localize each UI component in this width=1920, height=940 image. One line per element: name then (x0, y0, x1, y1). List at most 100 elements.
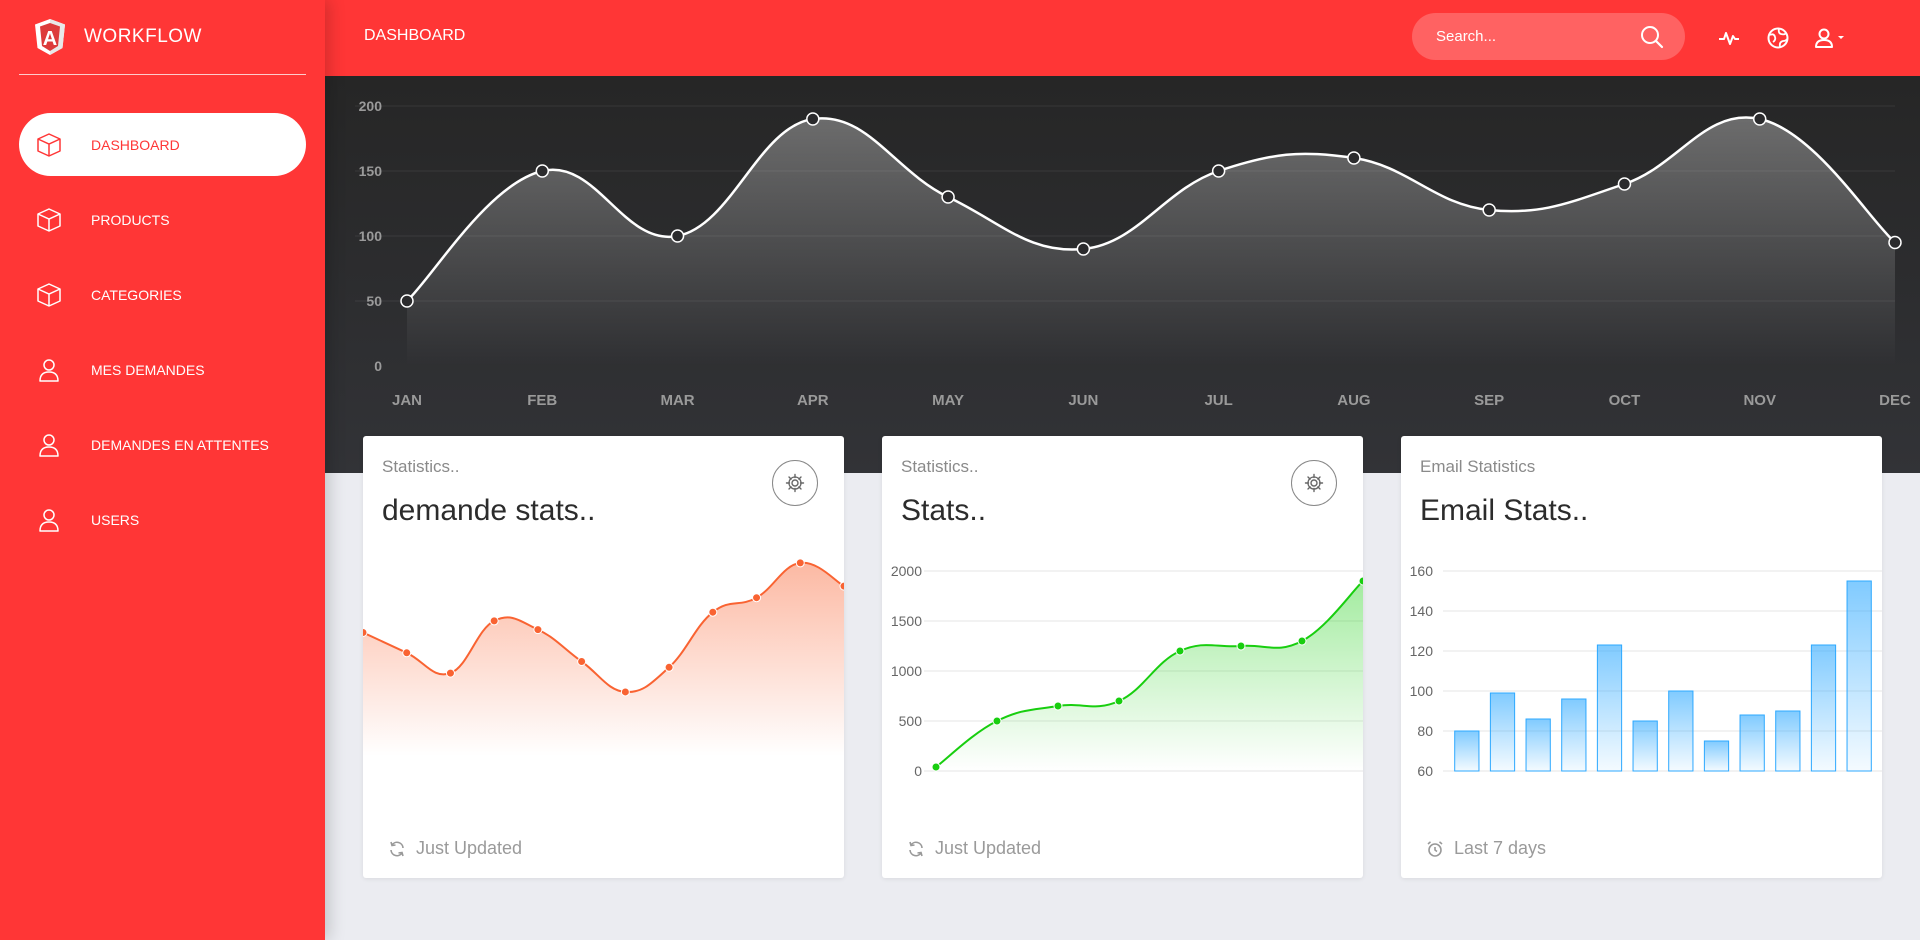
alarm-icon (1427, 840, 1443, 857)
card-title: Email Stats.. (1420, 494, 1589, 527)
bar[interactable] (1775, 710, 1801, 772)
settings-button[interactable] (1291, 460, 1337, 506)
bar[interactable] (1739, 714, 1765, 772)
y-tick-label: 120 (1410, 643, 1434, 659)
data-point[interactable] (1076, 242, 1091, 256)
x-tick-label: JAN (392, 392, 422, 409)
data-point[interactable] (1297, 636, 1307, 646)
y-tick-label: 2000 (891, 563, 922, 579)
globe-icon[interactable] (1764, 24, 1792, 52)
sidebar-item-label: DASHBOARD (91, 136, 180, 153)
data-point[interactable] (1211, 164, 1226, 178)
x-tick-label: SEP (1474, 392, 1504, 409)
data-point[interactable] (1358, 576, 1363, 586)
data-point[interactable] (533, 625, 543, 635)
data-point[interactable] (941, 190, 955, 204)
data-point[interactable] (839, 581, 844, 591)
bar[interactable] (1561, 698, 1587, 772)
gear-icon (1304, 473, 1324, 493)
sidebar: A WORKFLOW DASHBOARD PRODUCTS CATEGORIES ME… (0, 0, 325, 940)
x-tick-label: JUN (1068, 392, 1098, 409)
data-point[interactable] (1482, 203, 1496, 217)
sidebar-item-dashboard[interactable]: DASHBOARD (19, 113, 306, 176)
bar[interactable] (1703, 740, 1730, 772)
data-point[interactable] (1114, 696, 1124, 706)
sidebar-item-mes-demandes[interactable]: MES DEMANDES (19, 338, 306, 401)
y-tick-label: 0 (914, 763, 922, 779)
y-tick-label: 1000 (891, 663, 922, 679)
cube-icon (34, 130, 64, 160)
y-tick-label: 100 (359, 228, 383, 244)
x-tick-label: MAY (932, 392, 964, 409)
data-point[interactable] (445, 668, 455, 678)
sidebar-item-products[interactable]: PRODUCTS (19, 188, 306, 251)
data-point[interactable] (708, 607, 718, 617)
data-point[interactable] (363, 628, 368, 637)
data-point[interactable] (752, 593, 762, 603)
bar[interactable] (1454, 730, 1480, 772)
settings-button[interactable] (772, 460, 818, 506)
data-point[interactable] (535, 164, 550, 178)
bar[interactable] (1525, 718, 1551, 772)
data-point[interactable] (400, 294, 414, 308)
refresh-icon (909, 841, 923, 856)
data-point[interactable] (1175, 646, 1185, 656)
data-point[interactable] (1617, 177, 1632, 191)
y-tick-label: 100 (1410, 683, 1434, 699)
bar[interactable] (1489, 692, 1516, 772)
card-stats: Statistics.. Stats.. 0 500 1000 1500 2000 Ju… (882, 436, 1363, 878)
search-input[interactable] (1412, 28, 1639, 45)
sidebar-item-categories[interactable]: CATEGORIES (19, 263, 306, 326)
x-tick-label: FEB (527, 392, 557, 409)
angular-logo-icon: A (35, 19, 65, 55)
data-point[interactable] (1888, 235, 1902, 250)
bar[interactable] (1846, 580, 1872, 772)
data-point[interactable] (664, 662, 674, 672)
x-tick-label: JUL (1204, 392, 1232, 409)
data-point[interactable] (577, 657, 587, 666)
page-title[interactable]: DASHBOARD (364, 27, 465, 45)
data-point[interactable] (1053, 701, 1063, 711)
x-tick-label: MAR (660, 392, 694, 409)
data-point[interactable] (1236, 641, 1246, 651)
x-tick-label: NOV (1743, 392, 1776, 409)
refresh-icon (390, 841, 404, 856)
sidebar-item-label: CATEGORIES (91, 286, 182, 303)
area-fill (363, 562, 844, 756)
y-tick-label: 200 (359, 98, 383, 114)
data-point[interactable] (402, 648, 412, 658)
data-point[interactable] (806, 112, 820, 126)
data-point[interactable] (1752, 112, 1767, 126)
data-point[interactable] (620, 687, 630, 697)
data-point[interactable] (931, 762, 941, 772)
card-footer-text: Last 7 days (1454, 838, 1547, 858)
data-point[interactable] (795, 558, 805, 568)
data-point[interactable] (992, 716, 1002, 726)
card-footer-text: Just Updated (416, 838, 523, 858)
data-point[interactable] (1347, 151, 1361, 165)
card-category: Statistics.. (901, 457, 979, 476)
card-category: Email Statistics (1420, 457, 1536, 476)
sidebar-item-label: DEMANDES EN ATTENTES (91, 436, 269, 453)
bar[interactable] (1668, 690, 1694, 772)
y-tick-label: 60 (1417, 763, 1433, 779)
user-dropdown-icon[interactable] (1811, 24, 1851, 52)
sidebar-nav: DASHBOARD PRODUCTS CATEGORIES MES DEMANDES D… (19, 113, 306, 563)
sidebar-item-users[interactable]: USERS (19, 488, 306, 551)
card-footer: Just Updated (907, 838, 1041, 859)
brand[interactable]: A WORKFLOW (19, 0, 306, 75)
sidebar-item-demandes-en-attentes[interactable]: DEMANDES EN ATTENTES (19, 413, 306, 476)
bar[interactable] (1632, 720, 1658, 772)
activity-icon[interactable] (1715, 24, 1743, 52)
main-line-chart: 0 50 100 150 200 JAN FEB MAR APR MAY JUN JUL AUG SEP O… (355, 98, 1911, 409)
data-point[interactable] (670, 229, 685, 243)
card-email-stats: Email Statistics Email Stats.. 60 80 100 12… (1401, 436, 1882, 878)
data-point[interactable] (489, 616, 499, 626)
search-box[interactable] (1412, 13, 1685, 60)
logo-letter: A (43, 28, 57, 50)
y-tick-label: 500 (899, 713, 923, 729)
bar[interactable] (1596, 644, 1623, 772)
bar[interactable] (1810, 644, 1837, 772)
y-tick-label: 1500 (891, 613, 922, 629)
search-icon[interactable] (1639, 24, 1665, 50)
